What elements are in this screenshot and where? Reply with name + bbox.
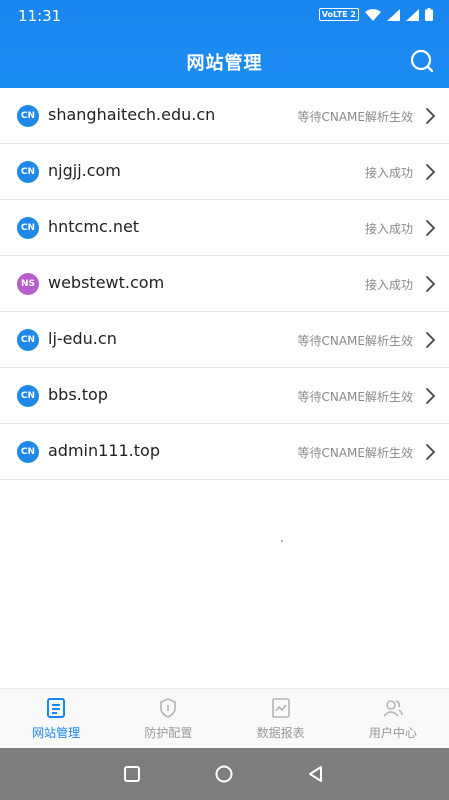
volte-badge: VoLTE 2: [318, 8, 359, 21]
tab-label: 用户中心: [368, 726, 417, 740]
chart-report-icon: [270, 697, 292, 719]
chevron-right-icon: [426, 388, 435, 404]
tab-reports[interactable]: 数据报表: [225, 689, 337, 748]
site-domain: hntcmc.net: [48, 217, 140, 236]
bottom-tabbar: 网站管理 防护配置 数据报表 用户中心: [0, 688, 449, 748]
dns-type-badge: CN: [17, 217, 39, 239]
status-icons: VoLTE 2: [318, 8, 433, 21]
tab-label: 数据报表: [256, 726, 305, 740]
wifi-icon: [365, 8, 381, 21]
site-status: 等待CNAME解析生效: [297, 390, 413, 404]
site-status: 接入成功: [364, 222, 413, 236]
site-domain: bbs.top: [48, 385, 108, 404]
shield-icon: [157, 697, 179, 719]
home-button-icon[interactable]: [214, 764, 234, 784]
app-header: 11:31 VoLTE 2 网站管理: [0, 0, 449, 88]
dns-type-badge: CN: [17, 105, 39, 127]
site-domain: lj-edu.cn: [48, 329, 117, 348]
tab-protection[interactable]: 防护配置: [112, 689, 224, 748]
site-status: 等待CNAME解析生效: [297, 110, 413, 124]
dns-type-badge: CN: [17, 161, 39, 183]
tab-label: 网站管理: [32, 726, 81, 740]
site-domain: webstewt.com: [48, 273, 165, 292]
site-status: 接入成功: [364, 166, 413, 180]
site-row[interactable]: CN njgjj.com 接入成功: [0, 144, 449, 200]
tab-label: 防护配置: [144, 726, 193, 740]
signal-icon-2: [406, 8, 419, 21]
site-domain: admin111.top: [48, 441, 160, 460]
chevron-right-icon: [426, 220, 435, 236]
back-button-icon[interactable]: [306, 764, 326, 784]
site-status: 接入成功: [364, 278, 413, 292]
status-bar: 11:31 VoLTE 2: [0, 0, 449, 32]
dns-type-badge: NS: [17, 273, 39, 295]
dns-type-badge: CN: [17, 441, 39, 463]
signal-icon: [387, 8, 400, 21]
dns-type-badge: CN: [17, 385, 39, 407]
site-row[interactable]: CN admin111.top 等待CNAME解析生效: [0, 424, 449, 480]
recents-button-icon[interactable]: [122, 764, 142, 784]
dns-type-badge: CN: [17, 329, 39, 351]
status-time: 11:31: [18, 7, 62, 25]
chevron-right-icon: [426, 444, 435, 460]
users-icon: [382, 697, 404, 719]
site-row[interactable]: CN shanghaitech.edu.cn 等待CNAME解析生效: [0, 88, 449, 144]
site-row[interactable]: NS webstewt.com 接入成功: [0, 256, 449, 312]
site-status: 等待CNAME解析生效: [297, 446, 413, 460]
site-row[interactable]: CN bbs.top 等待CNAME解析生效: [0, 368, 449, 424]
search-icon[interactable]: [409, 48, 435, 74]
site-domain: njgjj.com: [48, 161, 121, 180]
chevron-right-icon: [426, 108, 435, 124]
page-title: 网站管理: [186, 53, 263, 74]
battery-icon: [425, 8, 433, 21]
site-status: 等待CNAME解析生效: [297, 334, 413, 348]
site-list: CN shanghaitech.edu.cn 等待CNAME解析生效 CN njgjj.…: [0, 88, 449, 480]
chevron-right-icon: [426, 332, 435, 348]
site-row[interactable]: CN lj-edu.cn 等待CNAME解析生效: [0, 312, 449, 368]
chevron-right-icon: [426, 276, 435, 292]
site-row[interactable]: CN hntcmc.net 接入成功: [0, 200, 449, 256]
tab-user-center[interactable]: 用户中心: [337, 689, 449, 748]
loading-dot: [281, 540, 283, 542]
system-nav-bar: [0, 748, 449, 800]
list-doc-icon: [45, 697, 67, 719]
chevron-right-icon: [426, 164, 435, 180]
site-domain: shanghaitech.edu.cn: [48, 105, 216, 124]
tab-sites[interactable]: 网站管理: [0, 689, 112, 748]
